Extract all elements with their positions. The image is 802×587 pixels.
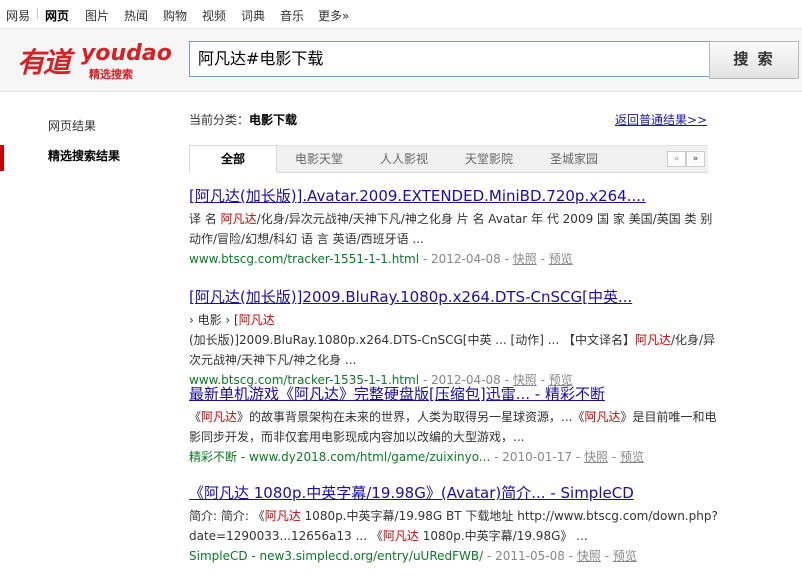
category-label: 当前分类： bbox=[189, 113, 250, 127]
separator: - bbox=[607, 450, 620, 464]
result-item: 最新单机游戏《阿凡达》完整硬盘版[压缩包]迅雷... - 精彩不断 《阿凡达》的故… bbox=[189, 384, 719, 467]
preview-link[interactable]: 预览 bbox=[549, 252, 573, 266]
snippet-text: 》的故事背景架构在未来的世界，人类为取得另一星球资源，...《 bbox=[237, 410, 585, 424]
result-snippet: › 电影 › [阿凡达(加长版)]2009.BluRay.1080p.x264.… bbox=[189, 310, 719, 370]
youdao-logo[interactable]: 有道 youdao 精选搜索 bbox=[17, 39, 172, 81]
snippet-highlight: 阿凡达 bbox=[220, 212, 257, 226]
separator: - bbox=[536, 252, 549, 266]
snippet-highlight: 阿凡达 bbox=[382, 529, 419, 543]
snippet-text: 译 名 bbox=[189, 212, 221, 226]
header: 有道 youdao 精选搜索 阿凡达#电影下载 搜 索 bbox=[0, 29, 802, 92]
separator: - bbox=[419, 252, 432, 266]
snippet-text: 1080p.中英字幕/19.98G》 ... bbox=[418, 529, 588, 543]
separator: - bbox=[564, 549, 577, 563]
separator: - bbox=[490, 450, 503, 464]
snippet-text: › 电影 › [ bbox=[189, 313, 239, 327]
separator: - bbox=[483, 549, 496, 563]
tab-source-1[interactable]: 电影天堂 bbox=[277, 146, 361, 172]
cache-link[interactable]: 快照 bbox=[513, 252, 537, 266]
logo-subtitle: 精选搜索 bbox=[89, 68, 133, 81]
search-input[interactable]: 阿凡达#电影下载 bbox=[189, 41, 717, 77]
sidebar-item-featured-results[interactable]: 精选搜索结果 bbox=[0, 145, 170, 177]
topnav-item[interactable]: 图片 bbox=[85, 7, 109, 24]
snippet-text: 简介: 简介: 《 bbox=[189, 509, 265, 523]
result-date: 2010-01-17 bbox=[502, 450, 572, 464]
snippet-highlight: 阿凡达 bbox=[634, 333, 671, 347]
topnav-divider bbox=[37, 8, 38, 19]
result-snippet: 简介: 简介: 《阿凡达 1080p.中英字幕/19.98G BT 下载地址 h… bbox=[189, 506, 719, 546]
snippet-highlight: 阿凡达 bbox=[264, 509, 301, 523]
result-url[interactable]: www.btscg.com/tracker-1551-1-1.html bbox=[189, 252, 419, 266]
top-nav: 网易 网页 图片 热闻 购物 视频 词典 音乐 更多» bbox=[0, 0, 802, 29]
source-tabs: « » 全部 电影天堂 人人影视 天堂影院 圣城家园 bbox=[189, 145, 708, 173]
category-value: 电影下载 bbox=[249, 113, 298, 127]
tab-source-3[interactable]: 天堂影院 bbox=[447, 146, 531, 172]
logo-en-text: youdao bbox=[81, 41, 172, 66]
result-date: 2012-04-08 bbox=[431, 252, 501, 266]
topnav-item[interactable]: 更多» bbox=[318, 7, 349, 24]
logo-cn-text: 有道 bbox=[17, 46, 71, 79]
snippet-text: /化身/异次元战神/天神下凡/神之化身 片 名 Avatar 年 代 2009 … bbox=[189, 212, 713, 246]
snippet-highlight: 阿凡达 bbox=[584, 410, 621, 424]
cache-link[interactable]: 快照 bbox=[577, 549, 601, 563]
snippet-highlight: 阿凡达 bbox=[238, 313, 275, 327]
result-meta: SimpleCD - new3.simplecd.org/entry/uURed… bbox=[189, 546, 719, 566]
topnav-item[interactable]: 音乐 bbox=[280, 7, 304, 24]
topnav-item[interactable]: 视频 bbox=[202, 7, 226, 24]
tab-all[interactable]: 全部 bbox=[189, 145, 277, 173]
current-category: 当前分类：电影下载 bbox=[189, 111, 297, 128]
cache-link[interactable]: 快照 bbox=[584, 450, 608, 464]
topnav-item[interactable]: 热闻 bbox=[124, 7, 148, 24]
result-title-link[interactable]: [阿凡达(加长版)]2009.BluRay.1080p.x264.DTS-CnS… bbox=[189, 287, 719, 307]
sidebar-item-web-results[interactable]: 网页结果 bbox=[0, 117, 170, 147]
result-date: 2011-05-08 bbox=[495, 549, 565, 563]
tab-source-4[interactable]: 圣城家园 bbox=[532, 146, 616, 172]
tabs-prev-button[interactable]: « bbox=[667, 151, 686, 167]
result-item: [阿凡达(加长版)].Avatar.2009.EXTENDED.MiniBD.7… bbox=[189, 186, 719, 269]
result-url[interactable]: SimpleCD - new3.simplecd.org/entry/uURed… bbox=[189, 549, 483, 563]
tab-source-2[interactable]: 人人影视 bbox=[362, 146, 446, 172]
preview-link[interactable]: 预览 bbox=[613, 549, 637, 563]
result-meta: www.btscg.com/tracker-1551-1-1.html - 20… bbox=[189, 249, 719, 269]
topnav-item[interactable]: 词典 bbox=[241, 7, 265, 24]
result-url[interactable]: 精彩不断 - www.dy2018.com/html/game/zuixinyo… bbox=[189, 450, 490, 464]
preview-link[interactable]: 预览 bbox=[620, 450, 644, 464]
search-button[interactable]: 搜 索 bbox=[709, 41, 799, 79]
result-item: 《阿凡达 1080p.中英字幕/19.98G》(Avatar)简介... - S… bbox=[189, 483, 719, 566]
sidebar: 网页结果 精选搜索结果 bbox=[0, 117, 170, 177]
topnav-item[interactable]: 购物 bbox=[163, 7, 187, 24]
result-title-link[interactable]: 最新单机游戏《阿凡达》完整硬盘版[压缩包]迅雷... - 精彩不断 bbox=[189, 384, 719, 404]
result-meta: 精彩不断 - www.dy2018.com/html/game/zuixinyo… bbox=[189, 447, 719, 467]
separator: - bbox=[600, 549, 613, 563]
separator: - bbox=[500, 252, 513, 266]
separator: - bbox=[572, 450, 584, 464]
result-title-link[interactable]: 《阿凡达 1080p.中英字幕/19.98G》(Avatar)简介... - S… bbox=[189, 483, 719, 503]
result-snippet: 译 名 阿凡达/化身/异次元战神/天神下凡/神之化身 片 名 Avatar 年 … bbox=[189, 209, 719, 249]
snippet-text: 《 bbox=[189, 410, 202, 424]
back-to-normal-results-link[interactable]: 返回普通结果>> bbox=[615, 111, 707, 128]
snippet-text: (加长版)]2009.BluRay.1080p.x264.DTS-CnSCG[中… bbox=[189, 333, 635, 347]
result-item: [阿凡达(加长版)]2009.BluRay.1080p.x264.DTS-CnS… bbox=[189, 287, 719, 390]
result-title-link[interactable]: [阿凡达(加长版)].Avatar.2009.EXTENDED.MiniBD.7… bbox=[189, 186, 719, 206]
result-snippet: 《阿凡达》的故事背景架构在未来的世界，人类为取得另一星球资源，...《阿凡达》是… bbox=[189, 407, 719, 447]
snippet-highlight: 阿凡达 bbox=[201, 410, 238, 424]
topnav-item[interactable]: 网易 bbox=[6, 7, 30, 24]
topnav-item[interactable]: 网页 bbox=[45, 7, 69, 24]
tabs-next-button[interactable]: » bbox=[686, 151, 705, 167]
